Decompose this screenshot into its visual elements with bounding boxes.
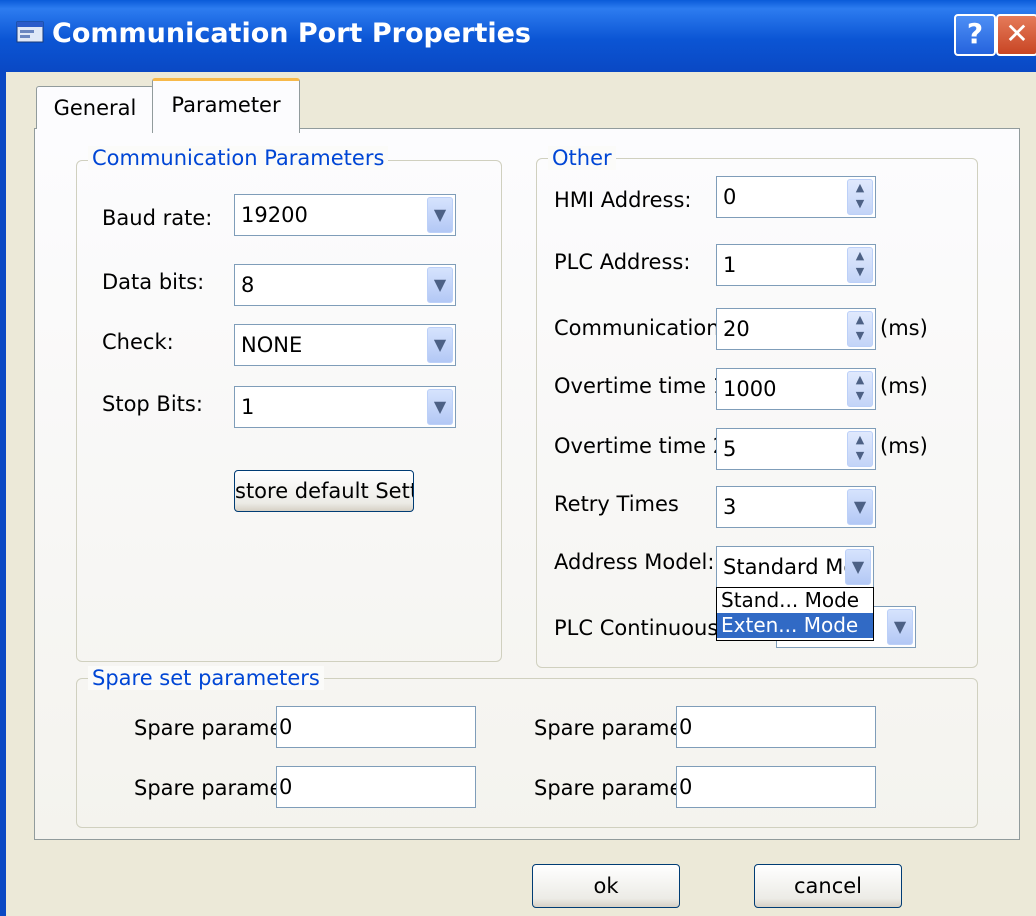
close-button[interactable]: ✕	[996, 14, 1036, 56]
baud-rate-select[interactable]: 19200 ▼	[234, 194, 456, 236]
stop-bits-select[interactable]: 1 ▼	[234, 386, 456, 428]
communication-timeout-unit: (ms)	[880, 316, 928, 340]
spare-set-parameters-title: Spare set parameters	[88, 666, 324, 690]
check-select[interactable]: NONE ▼	[234, 324, 456, 366]
window-title: Communication Port Properties	[52, 18, 531, 49]
retry-times-label: Retry Times	[554, 492, 679, 516]
overtime-1-value: 1000	[723, 377, 777, 401]
overtime-2-label: Overtime time 2	[554, 434, 727, 458]
chevron-down-icon[interactable]: ▼	[427, 389, 453, 425]
tab-general[interactable]: General	[36, 86, 154, 129]
spare-parameter-label: Spare paramet	[534, 776, 691, 800]
plc-continuous-label: PLC Continuous a	[554, 616, 738, 640]
help-button[interactable]: ?	[954, 14, 996, 56]
plc-address-value: 1	[723, 253, 737, 277]
spare-parameter-input[interactable]: 0	[276, 706, 476, 748]
hmi-address-input[interactable]: 0 ▲ ▼	[716, 176, 876, 218]
spare-parameter-input[interactable]: 0	[676, 766, 876, 808]
spare-parameter-label: Spare paramet	[134, 776, 291, 800]
ok-button[interactable]: ok	[532, 864, 680, 908]
window-icon	[16, 20, 44, 44]
cancel-button[interactable]: cancel	[754, 864, 902, 908]
check-label: Check:	[102, 330, 174, 354]
communication-timeout-label: Communication T	[554, 316, 740, 340]
address-model-select[interactable]: Standard Mc ▼	[716, 546, 874, 588]
plc-address-label: PLC Address:	[554, 250, 691, 274]
spin-updown-icon[interactable]: ▲ ▼	[847, 371, 873, 407]
chevron-down-icon[interactable]: ▼	[845, 549, 871, 585]
address-model-label: Address Model:	[554, 550, 715, 574]
overtime-2-input[interactable]: 5 ▲ ▼	[716, 428, 876, 470]
retry-times-select[interactable]: 3 ▼	[716, 486, 876, 528]
communication-timeout-value: 20	[723, 317, 750, 341]
spin-updown-icon[interactable]: ▲ ▼	[847, 311, 873, 347]
overtime-1-unit: (ms)	[880, 374, 928, 398]
address-model-dropdown-list: Stand... Mode Exten... Mode	[716, 587, 874, 641]
stop-bits-value: 1	[241, 395, 255, 419]
hmi-address-value: 0	[723, 185, 737, 209]
data-bits-value: 8	[241, 273, 255, 297]
chevron-down-icon[interactable]: ▼	[427, 197, 453, 233]
chevron-down-icon[interactable]: ▼	[427, 267, 453, 303]
spin-updown-icon[interactable]: ▲ ▼	[847, 247, 873, 283]
overtime-1-label: Overtime time 1	[554, 374, 727, 398]
tab-parameter[interactable]: Parameter	[152, 78, 300, 133]
chevron-down-icon[interactable]: ▼	[847, 489, 873, 525]
hmi-address-label: HMI Address:	[554, 188, 692, 212]
spare-parameter-input[interactable]: 0	[276, 766, 476, 808]
address-model-option-selected[interactable]: Exten... Mode	[717, 613, 873, 638]
chevron-down-icon[interactable]: ▼	[887, 609, 913, 645]
overtime-2-unit: (ms)	[880, 434, 928, 458]
plc-address-input[interactable]: 1 ▲ ▼	[716, 244, 876, 286]
restore-default-settings-button[interactable]: store default Sett	[234, 470, 414, 512]
stop-bits-label: Stop Bits:	[102, 392, 203, 416]
spin-updown-icon[interactable]: ▲ ▼	[847, 431, 873, 467]
baud-rate-value: 19200	[241, 203, 308, 227]
chevron-down-icon[interactable]: ▼	[427, 327, 453, 363]
window-border	[0, 72, 6, 916]
data-bits-select[interactable]: 8 ▼	[234, 264, 456, 306]
data-bits-label: Data bits:	[102, 270, 205, 294]
address-model-value: Standard Mc	[723, 555, 855, 579]
baud-rate-label: Baud rate:	[102, 206, 213, 230]
spare-parameter-input[interactable]: 0	[676, 706, 876, 748]
communication-timeout-input[interactable]: 20 ▲ ▼	[716, 308, 876, 350]
spare-parameter-label: Spare paramet	[134, 716, 291, 740]
check-value: NONE	[241, 333, 303, 357]
address-model-option[interactable]: Stand... Mode	[717, 588, 873, 613]
overtime-2-value: 5	[723, 437, 737, 461]
other-title: Other	[548, 146, 616, 170]
spin-updown-icon[interactable]: ▲ ▼	[847, 179, 873, 215]
retry-times-value: 3	[723, 495, 737, 519]
overtime-1-input[interactable]: 1000 ▲ ▼	[716, 368, 876, 410]
communication-parameters-title: Communication Parameters	[88, 146, 389, 170]
spare-parameter-label: Spare paramet	[534, 716, 691, 740]
